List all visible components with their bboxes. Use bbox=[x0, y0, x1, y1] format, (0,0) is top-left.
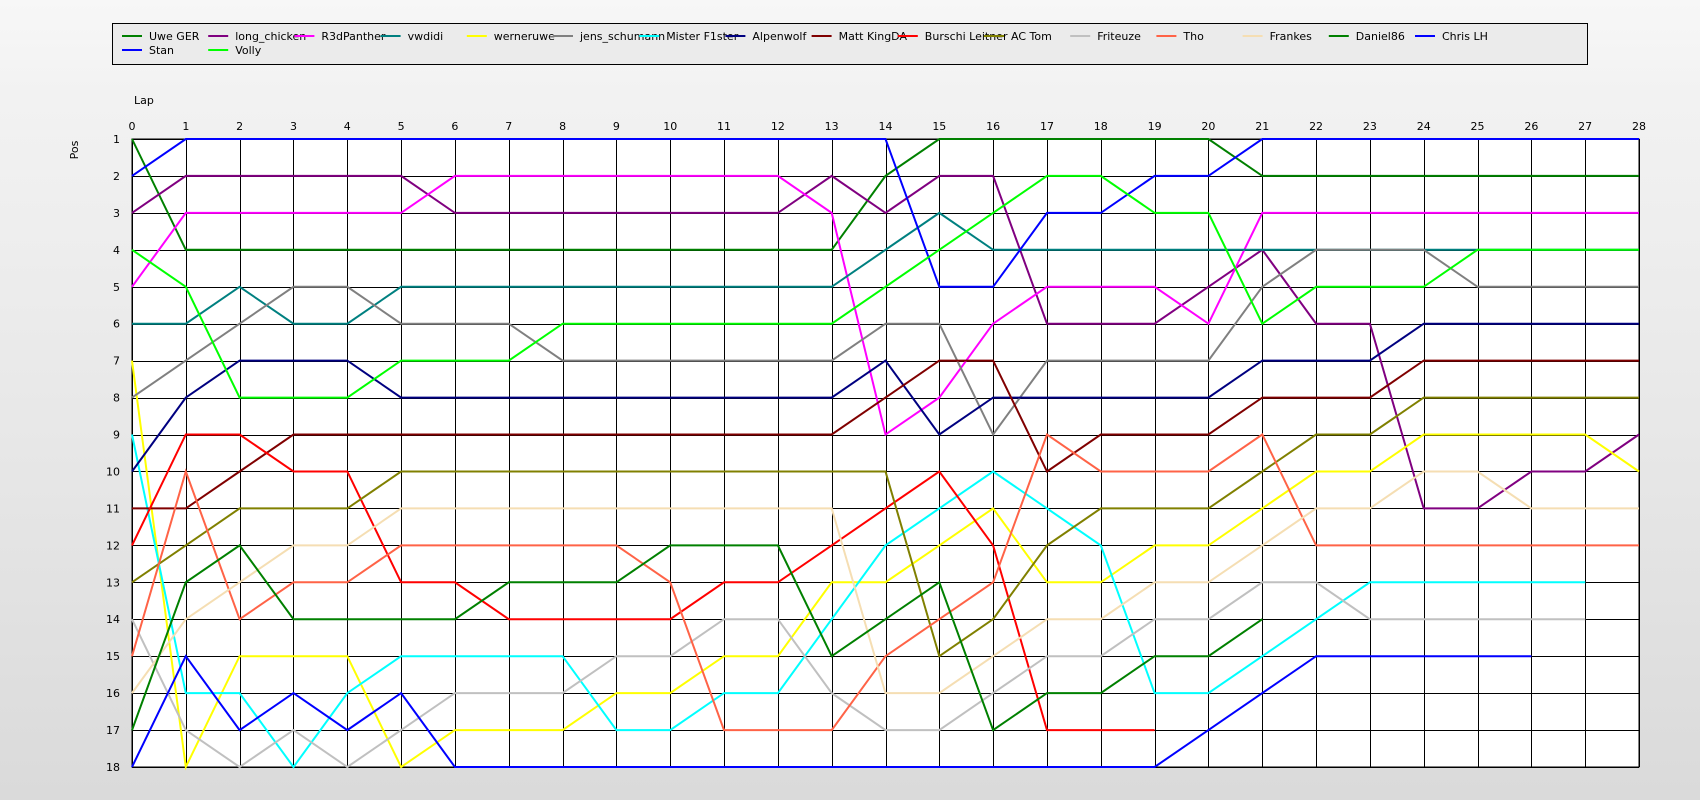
y-tick-label: 16 bbox=[106, 687, 120, 700]
y-tick-label: 4 bbox=[113, 244, 120, 257]
legend-label: R3dPanther bbox=[321, 30, 386, 43]
y-axis-label: Pos bbox=[68, 140, 81, 159]
x-tick-label: 22 bbox=[1309, 120, 1323, 133]
y-tick-label: 7 bbox=[113, 355, 120, 368]
x-tick-label: 20 bbox=[1201, 120, 1215, 133]
x-tick-label: 28 bbox=[1632, 120, 1646, 133]
x-tick-label: 11 bbox=[717, 120, 731, 133]
y-tick-label: 3 bbox=[113, 207, 120, 220]
x-tick-label: 6 bbox=[451, 120, 458, 133]
y-tick-label: 14 bbox=[106, 613, 120, 626]
legend-label: vwdidi bbox=[408, 30, 444, 43]
legend-label: Chris LH bbox=[1442, 30, 1488, 43]
legend-label: Friteuze bbox=[1097, 30, 1141, 43]
x-tick-label: 21 bbox=[1255, 120, 1269, 133]
x-tick-label: 25 bbox=[1471, 120, 1485, 133]
x-tick-label: 18 bbox=[1094, 120, 1108, 133]
legend-label: AC Tom bbox=[1011, 30, 1052, 43]
y-tick-label: 6 bbox=[113, 318, 120, 331]
legend-label: Matt KingDA bbox=[839, 30, 908, 43]
position-chart: Uwe GER long_chicken R3dPanther vwdidi werne… bbox=[0, 0, 1700, 800]
y-tick-label: 1 bbox=[113, 133, 120, 146]
x-tick-label: 7 bbox=[505, 120, 512, 133]
x-tick-label: 3 bbox=[290, 120, 297, 133]
x-tick-label: 0 bbox=[129, 120, 136, 133]
x-tick-label: 24 bbox=[1417, 120, 1431, 133]
legend-label: Volly bbox=[235, 44, 262, 57]
x-tick-label: 15 bbox=[932, 120, 946, 133]
y-tick-label: 2 bbox=[113, 170, 120, 183]
x-axis-label: Lap bbox=[134, 94, 154, 107]
x-tick-label: 23 bbox=[1363, 120, 1377, 133]
legend-label: Stan bbox=[149, 44, 174, 57]
legend-label: Uwe GER bbox=[149, 30, 200, 43]
x-tick-label: 16 bbox=[986, 120, 1000, 133]
x-tick-labels: 0 1 2 3 4 5 6 7 8 9 10 11 12 13 14 15 16 17 18 19 20 21 22 23 24… bbox=[129, 120, 1647, 133]
y-tick-label: 10 bbox=[106, 465, 120, 478]
x-tick-label: 13 bbox=[825, 120, 839, 133]
y-tick-label: 11 bbox=[106, 502, 120, 515]
y-tick-label: 13 bbox=[106, 576, 120, 589]
legend-label: Frankes bbox=[1270, 30, 1313, 43]
legend-label: Alpenwolf bbox=[752, 30, 807, 43]
x-tick-label: 27 bbox=[1578, 120, 1592, 133]
y-tick-label: 12 bbox=[106, 539, 120, 552]
y-tick-label: 15 bbox=[106, 650, 120, 663]
x-tick-label: 4 bbox=[344, 120, 351, 133]
y-tick-label: 9 bbox=[113, 429, 120, 442]
y-tick-label: 5 bbox=[113, 281, 120, 294]
x-tick-label: 12 bbox=[771, 120, 785, 133]
x-tick-label: 17 bbox=[1040, 120, 1054, 133]
chart-canvas: Uwe GER long_chicken R3dPanther vwdidi werne… bbox=[68, 23, 1647, 774]
legend-label: werneruwe bbox=[494, 30, 555, 43]
y-tick-label: 18 bbox=[106, 761, 120, 774]
x-tick-label: 2 bbox=[236, 120, 243, 133]
x-tick-label: 14 bbox=[879, 120, 893, 133]
x-tick-label: 5 bbox=[398, 120, 405, 133]
legend-label: Daniel86 bbox=[1356, 30, 1405, 43]
x-tick-label: 9 bbox=[613, 120, 620, 133]
x-tick-label: 19 bbox=[1148, 120, 1162, 133]
legend-label: Tho bbox=[1182, 30, 1204, 43]
plot-area bbox=[131, 138, 1640, 768]
x-tick-label: 1 bbox=[182, 120, 189, 133]
x-tick-label: 10 bbox=[663, 120, 677, 133]
x-tick-label: 8 bbox=[559, 120, 566, 133]
y-tick-labels: 123456789101112131415161718 bbox=[106, 133, 120, 774]
x-tick-label: 26 bbox=[1524, 120, 1538, 133]
y-tick-label: 17 bbox=[106, 724, 120, 737]
y-tick-label: 8 bbox=[113, 392, 120, 405]
